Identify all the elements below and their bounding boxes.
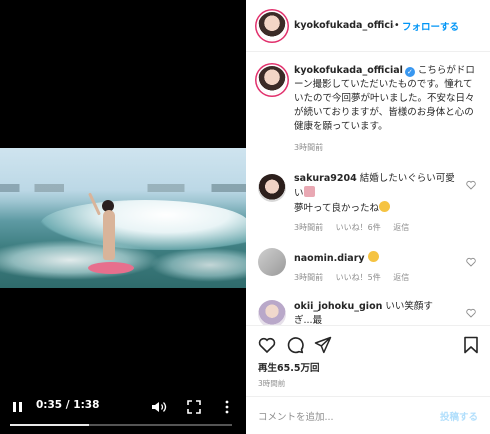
follow-button[interactable]: フォローする bbox=[402, 19, 459, 33]
caption-text-block: kyokofukada_official ✓ こちらがドローン撮影していただいたもの… bbox=[294, 64, 478, 134]
avatar[interactable] bbox=[258, 12, 286, 40]
smile-emoji-icon bbox=[367, 251, 379, 262]
post-comment-button[interactable]: 投稿する bbox=[440, 409, 478, 423]
reply-button[interactable]: 返信 bbox=[393, 223, 409, 232]
separator-dot: • bbox=[394, 20, 400, 31]
post-header: kyokofukada_official • フォローする bbox=[246, 0, 490, 52]
avatar[interactable] bbox=[258, 248, 286, 276]
comment-text: 夢叶って良かったね bbox=[294, 203, 380, 214]
play-count[interactable]: 再生65.5万回 bbox=[258, 360, 319, 374]
comment-input[interactable]: コメントを追加... bbox=[258, 409, 334, 423]
comment-username[interactable]: naomin.diary bbox=[294, 253, 365, 264]
heart-icon[interactable] bbox=[258, 336, 276, 354]
comment-text: 最 bbox=[312, 315, 323, 325]
comment-item: naomin.diary 3時間前 いいね！5件 返信 bbox=[246, 248, 490, 283]
post-sidebar: kyokofukada_official • フォローする kyokofukad… bbox=[246, 0, 490, 434]
wave-foam bbox=[150, 248, 246, 282]
avatar[interactable] bbox=[258, 66, 286, 94]
more-options-icon[interactable] bbox=[224, 400, 230, 414]
distant-skyline bbox=[0, 184, 246, 192]
video-frame[interactable] bbox=[0, 148, 246, 288]
comment-meta: 3時間前 いいね！6件 返信 bbox=[294, 222, 490, 233]
comment-body: naomin.diary bbox=[294, 251, 460, 266]
grin-emoji-icon bbox=[379, 201, 391, 212]
avatar[interactable] bbox=[258, 300, 286, 325]
video-player[interactable]: 0:35 / 1:38 bbox=[0, 0, 246, 434]
volume-icon[interactable] bbox=[151, 400, 167, 414]
comment-body: sakura9204 結婚したいぐらい可愛い 夢叶って良かったね bbox=[294, 172, 460, 216]
comment-item: okii_johoku_gion いい笑顔す ぎ...最 bbox=[246, 300, 490, 325]
caption-username[interactable]: kyokofukada_official bbox=[294, 65, 403, 76]
like-comment-heart-icon[interactable] bbox=[466, 180, 476, 190]
time-separator: / bbox=[62, 399, 74, 411]
comment-text: ぎ... bbox=[294, 315, 313, 325]
house-emoji-icon bbox=[303, 186, 315, 197]
video-controls: 0:35 / 1:38 bbox=[0, 394, 246, 420]
comment-time: 3時間前 bbox=[294, 273, 324, 282]
post-time: 3時間前 bbox=[258, 379, 286, 388]
add-comment-bar: コメントを追加... 投稿する bbox=[246, 396, 490, 434]
comment-username[interactable]: okii_johoku_gion bbox=[294, 301, 382, 312]
wave-foam bbox=[0, 240, 160, 280]
bookmark-icon[interactable] bbox=[462, 336, 480, 354]
header-username[interactable]: kyokofukada_official bbox=[294, 20, 394, 31]
like-comment-heart-icon[interactable] bbox=[466, 308, 476, 318]
comment-icon[interactable] bbox=[286, 336, 304, 354]
action-bar bbox=[246, 325, 490, 363]
comment-likes[interactable]: いいね！5件 bbox=[336, 273, 381, 282]
comment-meta: 3時間前 いいね！5件 返信 bbox=[294, 272, 490, 283]
progress-bar[interactable] bbox=[10, 424, 232, 426]
reply-button[interactable]: 返信 bbox=[393, 273, 409, 282]
comment-item: sakura9204 結婚したいぐらい可愛い 夢叶って良かったね 3時間前 いいね… bbox=[246, 172, 490, 233]
comment-text: いい笑顔す bbox=[385, 301, 433, 312]
verified-badge-icon: ✓ bbox=[404, 67, 415, 77]
comment-body: okii_johoku_gion いい笑顔す ぎ...最 bbox=[294, 300, 460, 325]
avatar[interactable] bbox=[258, 174, 286, 202]
like-comment-heart-icon[interactable] bbox=[466, 257, 476, 267]
current-time: 0:35 bbox=[36, 399, 63, 411]
fullscreen-icon[interactable] bbox=[187, 400, 201, 414]
comment-time: 3時間前 bbox=[294, 223, 324, 232]
progress-fill bbox=[10, 424, 90, 426]
time-display: 0:35 / 1:38 bbox=[36, 399, 99, 411]
caption: kyokofukada_official ✓ こちらがドローン撮影していただいたもの… bbox=[246, 52, 490, 153]
duration: 1:38 bbox=[73, 399, 100, 411]
surfer bbox=[103, 210, 115, 260]
share-icon[interactable] bbox=[314, 336, 332, 354]
surfboard bbox=[88, 262, 134, 274]
pause-icon[interactable] bbox=[12, 400, 24, 414]
caption-timestamp: 3時間前 bbox=[294, 143, 324, 152]
comment-likes[interactable]: いいね！6件 bbox=[336, 223, 381, 232]
comment-username[interactable]: sakura9204 bbox=[294, 173, 357, 184]
